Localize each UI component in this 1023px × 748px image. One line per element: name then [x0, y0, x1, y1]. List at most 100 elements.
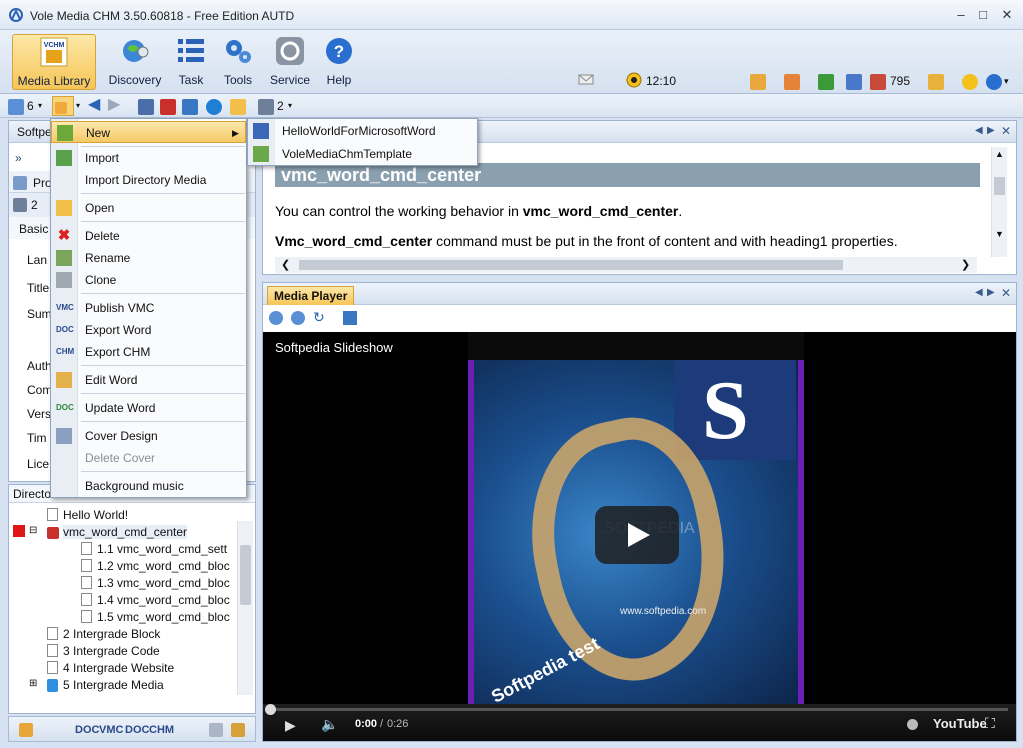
calendar-small-icon[interactable] [231, 721, 245, 739]
page-icon[interactable] [209, 721, 223, 739]
close-button[interactable]: ✕ [996, 6, 1018, 24]
prev-track-icon[interactable] [269, 311, 283, 325]
tree-item-selected[interactable]: vmc_word_cmd_center [47, 524, 188, 541]
menu-item-delete[interactable]: ✖ Delete [51, 225, 246, 247]
layout-icon[interactable] [258, 97, 274, 115]
tree-item[interactable]: 1.2 vmc_word_cmd_bloc [81, 558, 230, 575]
discovery-button[interactable]: Discovery [104, 34, 166, 90]
doc-button[interactable]: DOC [125, 721, 149, 739]
dropdown-chevron-icon[interactable]: ▾ [38, 97, 42, 115]
document-vscroll[interactable]: ▲ ▼ [991, 147, 1007, 257]
ribbon-options-chevron-icon[interactable]: ▾ [1004, 72, 1009, 90]
loop-icon[interactable] [343, 311, 357, 325]
fullscreen-icon[interactable]: ⛶ [985, 715, 995, 732]
maximize-button[interactable]: □ [972, 6, 994, 24]
menu-item-clone[interactable]: Clone [51, 269, 246, 291]
refresh-icon[interactable]: ↻ [313, 309, 325, 326]
menu-item-export-word[interactable]: DOC Export Word [51, 319, 246, 341]
document-hscroll[interactable]: ❮ ❯ [275, 257, 977, 273]
pane-close-icon[interactable]: ✕ [1001, 286, 1011, 300]
smiley-icon[interactable] [962, 72, 978, 90]
pane-prev-icon[interactable]: ◀ [975, 287, 983, 298]
publish-icon[interactable] [182, 97, 198, 115]
menu-item-open[interactable]: Open [51, 197, 246, 219]
palette-icon[interactable] [750, 72, 766, 90]
book-icon[interactable] [818, 72, 834, 90]
menu-item-update-word[interactable]: DOC Update Word [51, 397, 246, 419]
expand-tree-icon[interactable]: ⊞ [29, 678, 37, 689]
doc-export-button[interactable]: DOC [75, 721, 99, 739]
tree-item[interactable]: 1.1 vmc_word_cmd_sett [81, 541, 227, 558]
scrollbar-thumb[interactable] [240, 545, 251, 605]
tree-item[interactable]: 2 Intergrade Block [47, 626, 160, 643]
next-track-icon[interactable] [291, 311, 305, 325]
submenu-item-word-template[interactable]: HelloWorldForMicrosoftWord [248, 120, 477, 142]
minimize-button[interactable]: – [950, 6, 972, 24]
media-library-button[interactable]: VCHM Media Library [12, 34, 96, 90]
tree-scrollbar[interactable] [237, 521, 253, 695]
people-icon[interactable] [870, 72, 886, 90]
tree-item[interactable]: Hello World! [47, 507, 128, 524]
pane-next-icon[interactable]: ▶ [987, 287, 995, 298]
service-button[interactable]: Service [262, 34, 318, 90]
mail-icon[interactable] [578, 72, 594, 90]
scroll-right-icon[interactable]: ❯ [961, 258, 970, 271]
forward-arrow-icon[interactable]: ▶ [108, 97, 120, 115]
tree-item[interactable]: 1.5 vmc_word_cmd_bloc [81, 609, 230, 626]
key-icon[interactable] [928, 72, 944, 90]
menu-item-import-directory[interactable]: Import Directory Media [51, 169, 246, 191]
library-icon[interactable] [8, 97, 24, 115]
info-icon[interactable] [986, 72, 1002, 90]
collapse-tree-icon[interactable]: ⊟ [29, 525, 37, 536]
video-area[interactable]: S www.softpedia.com Softpedia test SOFTP… [263, 332, 1016, 741]
layout-chevron-icon[interactable]: ▾ [288, 97, 292, 115]
scroll-up-icon[interactable]: ▲ [995, 149, 1004, 159]
scrollbar-thumb[interactable] [994, 177, 1005, 195]
tools-button[interactable]: Tools [214, 34, 262, 90]
scroll-down-icon[interactable]: ▼ [995, 229, 1004, 239]
pane-close-icon[interactable]: ✕ [1001, 124, 1011, 138]
task-button[interactable]: Task [166, 34, 216, 90]
save-icon[interactable] [138, 97, 154, 115]
menu-item-cover-design[interactable]: Cover Design [51, 425, 246, 447]
directory-title[interactable]: Directo [13, 487, 51, 501]
new-chevron-icon[interactable]: ▾ [76, 97, 80, 115]
tree-item[interactable]: 1.3 vmc_word_cmd_bloc [81, 575, 230, 592]
progress-bar[interactable] [271, 708, 1008, 711]
calendar-icon[interactable] [846, 72, 862, 90]
tree-item[interactable]: 1.4 vmc_word_cmd_bloc [81, 592, 230, 609]
edit-icon[interactable] [13, 175, 27, 190]
menu-item-rename[interactable]: Rename [51, 247, 246, 269]
pane-next-icon[interactable]: ▶ [987, 125, 995, 136]
browser-icon[interactable] [206, 97, 222, 115]
progress-handle[interactable] [265, 704, 276, 715]
new-item-button[interactable] [52, 96, 74, 116]
properties-tab[interactable]: Pro [33, 176, 52, 190]
youtube-logo[interactable]: YouTube [933, 716, 987, 731]
menu-item-export-chm[interactable]: CHM Export CHM [51, 341, 246, 363]
folder-icon[interactable] [230, 97, 246, 115]
back-arrow-icon[interactable]: ◀ [88, 97, 100, 115]
tree-item[interactable]: 4 Intergrade Website [47, 660, 174, 677]
vmc-button[interactable]: VMC [99, 721, 123, 739]
play-icon[interactable]: ▶ [285, 717, 296, 734]
menu-item-background-music[interactable]: Background music [51, 475, 246, 497]
submenu-item-chm-template[interactable]: VoleMediaChmTemplate [248, 143, 477, 165]
menu-item-import[interactable]: Import [51, 147, 246, 169]
home-icon[interactable] [19, 721, 33, 739]
pane-prev-icon[interactable]: ◀ [975, 125, 983, 136]
media-player-tab[interactable]: Media Player [267, 286, 355, 305]
tree-item[interactable]: 3 Intergrade Code [47, 643, 160, 660]
chm-button[interactable]: CHM [149, 721, 174, 739]
menu-item-new[interactable]: New ▶ [51, 121, 246, 143]
collapse-icon[interactable]: » [15, 151, 22, 165]
tools-status-icon[interactable] [784, 72, 800, 90]
scroll-left-icon[interactable]: ❮ [281, 258, 290, 271]
volume-icon[interactable]: 🔈 [321, 716, 338, 733]
view-icon[interactable] [13, 197, 27, 212]
play-overlay-button[interactable] [595, 506, 679, 564]
help-button[interactable]: ? Help [316, 34, 362, 90]
menu-item-publish-vmc[interactable]: VMC Publish VMC [51, 297, 246, 319]
hscrollbar-thumb[interactable] [299, 260, 843, 270]
youtube-small-icon[interactable] [160, 97, 176, 115]
